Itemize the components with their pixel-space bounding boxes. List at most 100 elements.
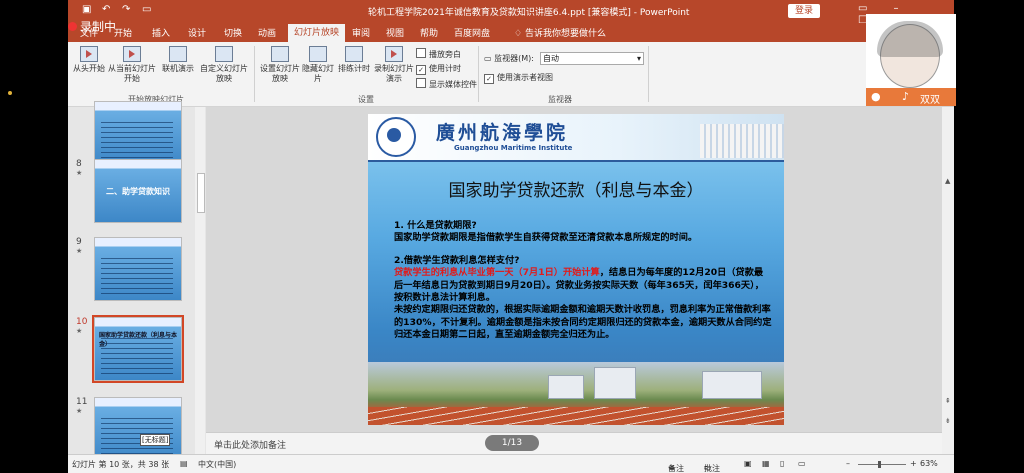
tell-me-search[interactable]: ♢ 告诉我你想要做什么 [514,26,606,39]
checkbox-unchecked-icon [416,48,426,58]
tab-slideshow[interactable]: 幻灯片放映 [288,24,346,42]
accessibility-icon[interactable]: ▤ [180,459,188,468]
show-media-controls-label: 显示媒体控件 [429,80,477,89]
thumbnail-slide-9[interactable] [94,237,182,301]
monitor-select[interactable]: 自动 [540,52,644,65]
thumbnail-slide-7[interactable] [94,101,182,165]
video-tile-bar: ● ♪ 双双 [866,88,956,106]
play-narration-checkbox[interactable]: 播放旁白 [416,48,461,60]
previous-slide-icon[interactable]: ⇞ [945,397,951,405]
slide-thumbnail-panel: 8★ 二、助学贷款知识 9★ 10★ 国家助学贷款还款（利息与本金） 11★ [… [68,101,194,461]
online-present-label: 联机演示 [162,64,194,73]
custom-slideshow-icon [215,46,233,62]
language-indicator[interactable]: 中文(中国) [198,459,236,470]
rehearse-timings-button[interactable]: 排练计时 [336,46,372,74]
show-media-controls-checkbox[interactable]: 显示媒体控件 [416,78,477,90]
campus-building [594,367,636,399]
tab-animations[interactable]: 动画 [258,26,276,39]
slide-scrollbar[interactable]: ▲ ⇞ ⇟ [942,107,954,454]
undo-icon[interactable]: ↶ [102,4,110,15]
zoom-in-icon[interactable]: + [910,459,917,468]
thumbnail-slide-10[interactable]: 国家助学贷款还款（利息与本金） [92,315,184,383]
campus-photo [368,362,784,425]
notes-placeholder: 单击此处添加备注 [214,441,287,451]
monitor-icon: ▭ [484,54,492,63]
answer-1: 国家助学贷款期限是指借款学生自获得贷款至还清贷款本息所规定的时间。 [394,232,698,244]
checkbox-unchecked-icon [416,78,426,88]
presenter-view-checkbox[interactable]: ✓ 使用演示者视图 [484,72,553,84]
from-beginning-button[interactable]: 从头开始 [70,46,108,74]
tab-design[interactable]: 设计 [188,26,206,39]
redo-icon[interactable]: ↷ [122,4,130,15]
animation-star-icon: ★ [76,247,83,255]
record-icon [385,46,403,62]
running-track [368,407,784,425]
hide-slide-label: 隐藏幻灯片 [302,64,334,83]
tell-me-label: 告诉我你想要做什么 [524,29,606,39]
thumbnail-slide-8[interactable]: 二、助学贷款知识 [94,159,182,223]
question-1: 1. 什么是贷款期限? [394,220,477,231]
online-present-button[interactable]: 联机演示 [158,46,198,74]
status-bar: 幻灯片 第 10 张，共 38 张 ▤ 中文(中国) ≡ 备注 ▭ 批注 ▣ ▦… [68,454,954,473]
slide-sorter-icon[interactable]: ▦ [762,459,770,468]
tab-baidu-netdisk[interactable]: 百度网盘 [454,26,490,39]
tab-review[interactable]: 审阅 [352,26,370,39]
powerpoint-window: ▣ ↶ ↷ ▭ 轮机工程学院2021年诚信教育及贷款知识讲座6.4.ppt [兼… [68,0,954,473]
microphone-icon[interactable]: ♪ [902,90,909,103]
school-name-cn: 廣州航海學院 [436,122,569,144]
slideshow-play-icon [80,46,98,62]
group-divider [648,46,649,102]
thumbnail-scrollbar[interactable] [195,107,205,454]
record-slideshow-label: 录制幻灯片演示 [374,64,414,83]
setup-slideshow-button[interactable]: 设置幻灯片放映 [258,46,302,84]
hide-slide-button[interactable]: 隐藏幻灯片 [302,46,334,84]
stopwatch-icon [345,46,363,62]
page-indicator: 1/13 [485,435,539,451]
notes-pane[interactable]: 单击此处添加备注 [206,432,942,455]
current-slide[interactable]: 廣州航海學院 Guangzhou Maritime Institute 国家助学… [368,114,784,425]
checkbox-checked-icon: ✓ [484,74,494,84]
scrollbar-thumb[interactable] [197,173,205,213]
user-icon: ● [871,90,881,103]
reading-view-icon[interactable]: ▯ [780,459,784,468]
school-banner: 廣州航海學院 Guangzhou Maritime Institute [368,114,784,162]
thumbnail-text-lines [101,122,173,160]
hide-slide-icon [309,46,327,62]
slide-editing-area: 廣州航海學院 Guangzhou Maritime Institute 国家助学… [206,107,942,432]
start-slideshow-icon[interactable]: ▭ [142,4,151,15]
login-button[interactable]: 登录 [788,4,820,18]
slide-number: 8 ★ [76,159,83,177]
slide-body: 1. 什么是贷款期限? 国家助学贷款期限是指借款学生自获得贷款至还清贷款本息所规… [394,220,772,342]
tab-view[interactable]: 视图 [386,26,404,39]
custom-slideshow-button[interactable]: 自定义幻灯片放映 [200,46,248,84]
zoom-slider[interactable] [858,461,906,468]
tab-home[interactable]: 开始 [114,26,132,39]
save-icon[interactable]: ▣ [82,4,91,15]
slideshow-current-icon [123,46,141,62]
lightbulb-icon: ♢ [514,29,523,39]
presenter-view-label: 使用演示者视图 [497,73,553,82]
zoom-level[interactable]: 63% [920,459,938,468]
ribbon-tabs: 文件 开始 插入 设计 切换 动画 幻灯片放映 审阅 视图 帮助 百度网盘 ♢ … [68,23,954,42]
answer-2-highlight: 贷款学生的利息从毕业第一天（7月1日）开始计算 [394,267,600,279]
tab-help[interactable]: 帮助 [420,26,438,39]
next-slide-icon[interactable]: ⇟ [945,417,951,425]
setup-group-label: 设置 [358,95,374,104]
monitor-label: ▭ 监视器(M): [484,53,534,64]
slideshow-view-icon[interactable]: ▭ [798,459,806,468]
tab-transitions[interactable]: 切换 [224,26,242,39]
video-call-tile[interactable]: ● ♪ 双双 [866,14,956,106]
recording-label: 录制中 [80,20,117,34]
record-slideshow-button[interactable]: 录制幻灯片演示 [374,46,414,84]
zoom-out-icon[interactable]: – [846,459,850,468]
setup-slideshow-label: 设置幻灯片放映 [260,64,300,83]
use-timings-checkbox[interactable]: ✓ 使用计时 [416,63,461,75]
from-current-button[interactable]: 从当前幻灯片开始 [108,46,156,84]
avatar [877,21,943,88]
use-timings-label: 使用计时 [429,64,461,73]
from-current-label: 从当前幻灯片开始 [108,64,156,83]
scroll-up-icon[interactable]: ▲ [945,177,950,185]
thumbnail-slide-11[interactable] [94,397,182,461]
tab-insert[interactable]: 插入 [152,26,170,39]
normal-view-icon[interactable]: ▣ [744,459,752,468]
